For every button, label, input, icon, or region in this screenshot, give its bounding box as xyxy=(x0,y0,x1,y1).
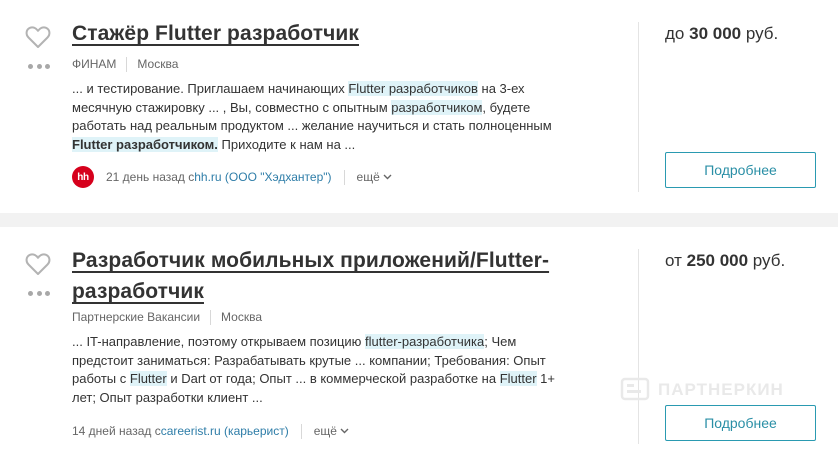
more-dots-icon[interactable] xyxy=(28,290,50,296)
chevron-down-icon xyxy=(383,174,392,180)
more-toggle[interactable]: ещё xyxy=(357,170,392,184)
source-row: 14 дней назад с careerist.ru (карьерист)… xyxy=(72,420,349,442)
divider xyxy=(343,169,345,185)
more-label: ещё xyxy=(356,170,380,184)
chevron-down-icon xyxy=(340,428,349,434)
snippet-text: ... и тестирование. Приглашаем начинающи… xyxy=(72,81,349,96)
salary: от 250 000 руб. xyxy=(665,251,785,271)
column-divider xyxy=(638,22,639,192)
salary-currency: руб. xyxy=(752,251,786,270)
more-toggle[interactable]: ещё xyxy=(314,424,349,438)
snippet-highlight: Flutter xyxy=(499,371,537,386)
details-button[interactable]: Подробнее xyxy=(665,152,816,188)
divider xyxy=(210,309,212,325)
company-name: ФИНАМ xyxy=(72,57,117,71)
source-link[interactable]: hh.ru (ООО "Хэдхантер") xyxy=(194,170,331,184)
more-label: ещё xyxy=(313,424,337,438)
watermark: ПАРТНЕРКИН xyxy=(620,375,784,405)
salary-prefix: до xyxy=(665,24,685,43)
hh-logo-icon: hh xyxy=(72,166,94,188)
salary-amount: 250 000 xyxy=(686,251,749,270)
vacancy-snippet: ... и тестирование. Приглашаем начинающи… xyxy=(72,80,572,154)
vacancy-snippet: ... IT-направление, поэтому открываем по… xyxy=(72,333,572,407)
salary: до 30 000 руб. xyxy=(665,24,778,44)
source-link[interactable]: careerist.ru (карьерист) xyxy=(161,424,289,438)
details-button[interactable]: Подробнее xyxy=(665,405,816,441)
vacancy-meta: ФИНАМ Москва xyxy=(72,56,178,72)
watermark-text: ПАРТНЕРКИН xyxy=(658,380,784,399)
snippet-text: Приходите к нам на ... xyxy=(217,136,356,152)
vacancy-title[interactable]: Стажёр Flutter разработчик xyxy=(72,18,359,49)
snippet-highlight: flutter-разработчика xyxy=(365,334,485,349)
divider xyxy=(300,423,302,439)
snippet-text: ... IT-направление, поэтому открываем по… xyxy=(72,334,366,349)
heart-icon[interactable] xyxy=(25,252,51,276)
more-dots-icon[interactable] xyxy=(28,63,50,69)
city: Москва xyxy=(137,57,179,71)
vacancy-meta: Партнерские Вакансии Москва xyxy=(72,309,262,325)
company-name: Партнерские Вакансии xyxy=(72,310,201,324)
salary-prefix: от xyxy=(665,251,682,270)
heart-icon[interactable] xyxy=(25,25,51,49)
snippet-highlight: разработчиком xyxy=(391,99,483,115)
salary-amount: 30 000 xyxy=(689,24,742,43)
salary-currency: руб. xyxy=(745,24,779,43)
snippet-text: и Dart от года; Опыт ... в коммерческой … xyxy=(166,371,500,386)
snippet-highlight: Flutter xyxy=(129,371,167,386)
time-ago: 14 дней назад с xyxy=(72,424,161,438)
snippet-highlight: Flutter разработчиком. xyxy=(72,136,218,152)
snippet-highlight: Flutter разработчиков xyxy=(348,81,478,96)
vacancy-card: Разработчик мобильных приложений/Flutter… xyxy=(0,227,838,467)
column-divider xyxy=(638,249,639,444)
vacancy-card: Стажёр Flutter разработчик ФИНАМ Москва … xyxy=(0,0,838,213)
watermark-logo-icon xyxy=(620,377,650,401)
time-ago: 21 день назад с xyxy=(106,170,195,184)
divider xyxy=(126,56,128,72)
source-row: hh 21 день назад с hh.ru (ООО "Хэдхантер… xyxy=(72,166,392,188)
city: Москва xyxy=(221,310,263,324)
vacancy-title[interactable]: Разработчик мобильных приложений/Flutter… xyxy=(72,245,612,307)
